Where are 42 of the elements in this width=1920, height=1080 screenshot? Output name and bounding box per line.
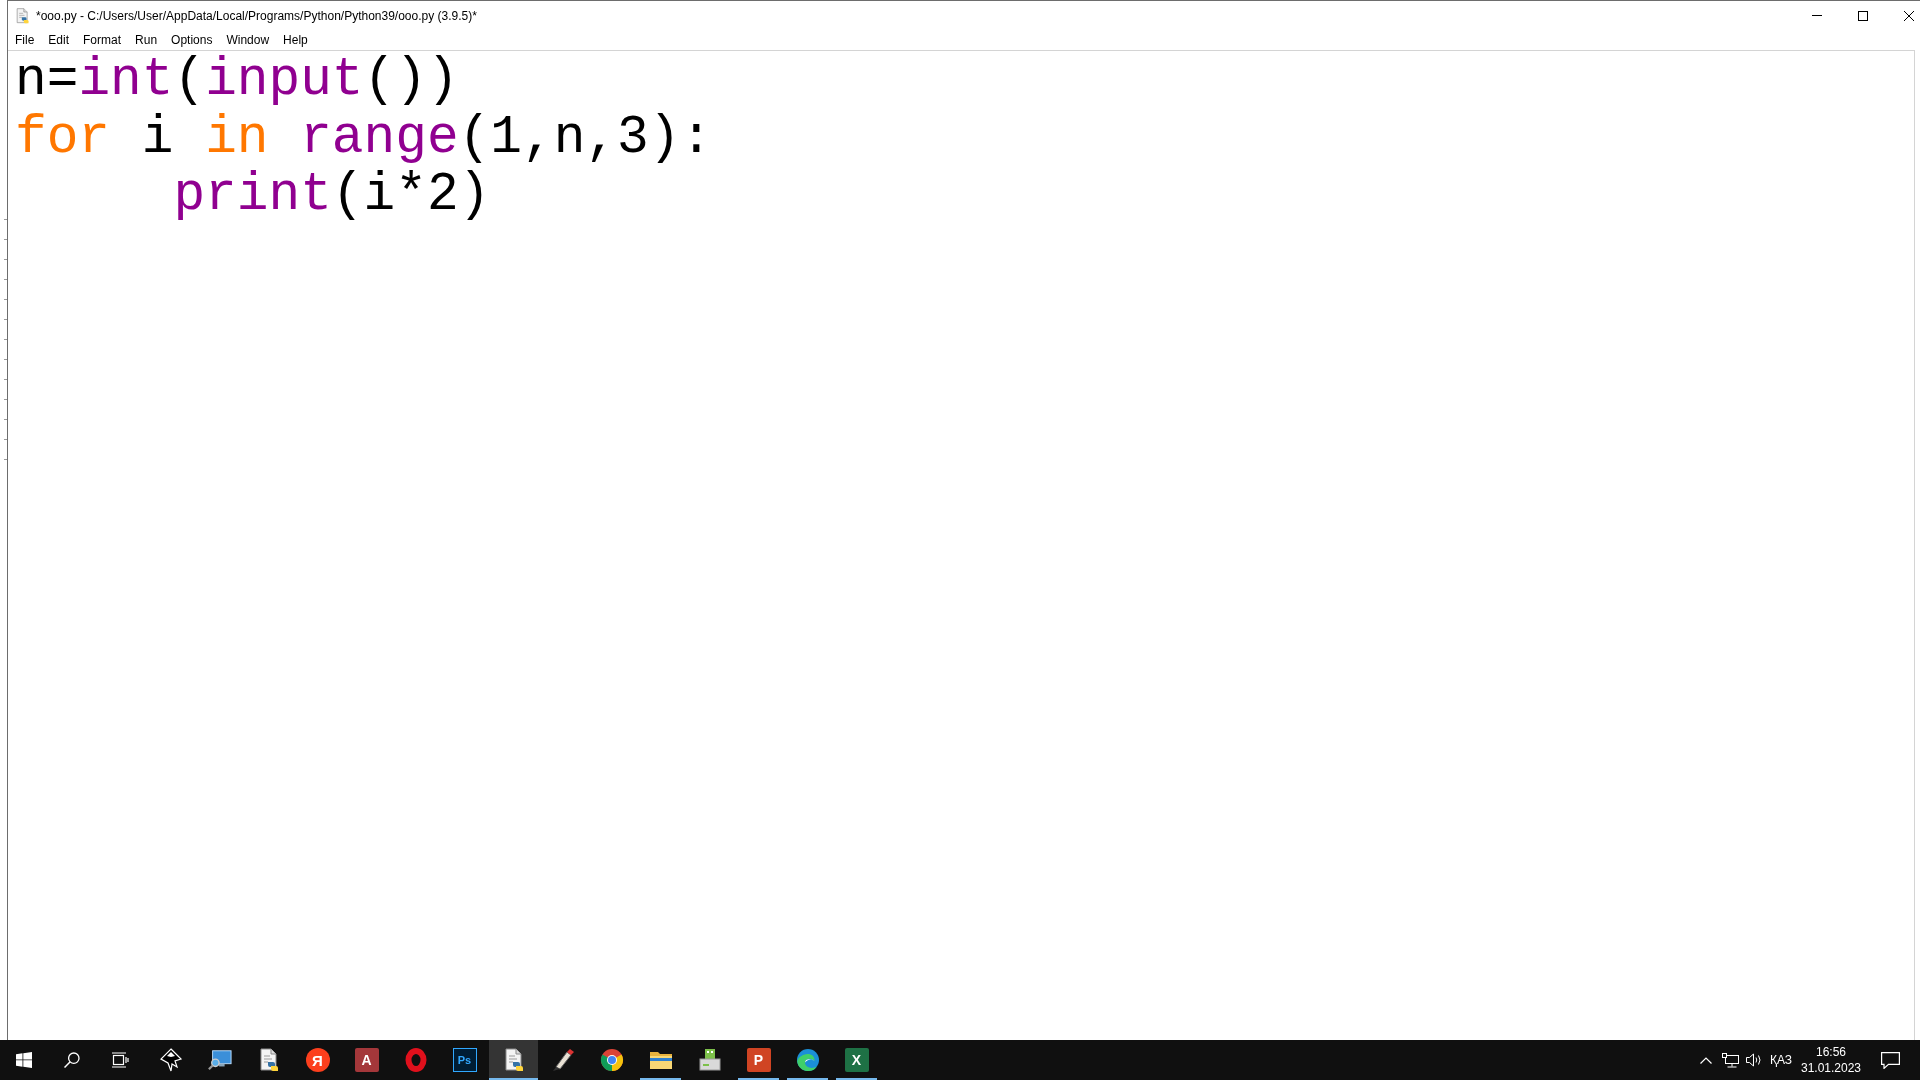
database-letter-icon: A bbox=[354, 1048, 379, 1072]
slides-letter-icon: P bbox=[746, 1048, 771, 1072]
language-button[interactable]: ҚАЗ bbox=[1766, 1040, 1796, 1080]
taskbar-app-button[interactable]: Ps bbox=[440, 1040, 489, 1080]
code-line: n=int(input()) bbox=[15, 52, 459, 110]
menu-item[interactable]: Window bbox=[219, 31, 277, 49]
task-view-icon bbox=[111, 1052, 129, 1068]
sheet-letter-icon: X bbox=[844, 1048, 869, 1072]
round-browser-icon bbox=[599, 1048, 624, 1072]
start-icon bbox=[16, 1052, 32, 1068]
monitor-magnifier-icon bbox=[207, 1048, 232, 1072]
usb-drive-icon bbox=[697, 1048, 722, 1072]
menu-item[interactable]: Help bbox=[276, 31, 315, 49]
window-title: *ooo.py - C:/Users/User/AppData/Local/Programs/Python/Python39/ooo.py (3.9.5)* bbox=[36, 8, 477, 23]
taskbar-app-button[interactable] bbox=[489, 1040, 538, 1080]
taskbar-app-button[interactable]: A bbox=[342, 1040, 391, 1080]
swirl-icon bbox=[795, 1048, 820, 1072]
menu-item[interactable]: File bbox=[8, 31, 42, 49]
search-icon bbox=[64, 1052, 80, 1068]
letter-square-icon: Ps bbox=[452, 1048, 477, 1072]
document-icon bbox=[15, 7, 30, 24]
taskbar-app-button[interactable]: P bbox=[734, 1040, 783, 1080]
taskbar-app-button[interactable]: Я bbox=[293, 1040, 342, 1080]
network-icon bbox=[1721, 1052, 1739, 1068]
chevron-up-icon bbox=[1700, 1056, 1712, 1064]
code-line: for i in range(1,n,3): bbox=[15, 109, 713, 167]
letter-circle-icon: Я bbox=[305, 1048, 330, 1072]
minimize-icon bbox=[1812, 15, 1822, 16]
clock-button[interactable]: 16:56 31.01.2023 bbox=[1796, 1040, 1866, 1080]
taskbar-app-button[interactable]: X bbox=[832, 1040, 881, 1080]
menu-item[interactable]: Run bbox=[128, 31, 165, 49]
ring-icon bbox=[403, 1048, 428, 1072]
maximize-icon bbox=[1858, 10, 1868, 21]
speaker-icon bbox=[1746, 1053, 1762, 1067]
pen-icon bbox=[550, 1048, 575, 1072]
menu-item[interactable]: Options bbox=[164, 31, 220, 49]
diamond-app-icon bbox=[158, 1048, 183, 1072]
menu-item[interactable]: Format bbox=[76, 31, 129, 49]
speech-bubble-icon bbox=[1880, 1051, 1900, 1069]
menu-item[interactable]: Edit bbox=[41, 31, 77, 49]
code-line: print(i*2) bbox=[173, 167, 491, 225]
close-icon bbox=[1904, 10, 1914, 21]
